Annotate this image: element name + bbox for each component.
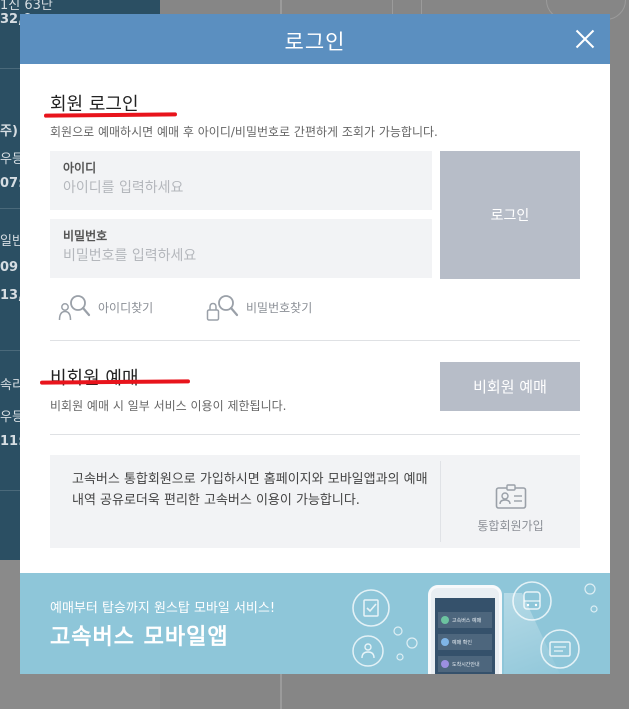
background-text: 09 <box>0 260 19 275</box>
phone-item-label: 도착시간안내 <box>452 661 480 668</box>
member-login-description: 회원으로 예매하시면 예매 후 아이디/비밀번호로 간편하게 조회가 가능합니다… <box>50 125 438 139</box>
modal-title: 로그인 <box>284 30 346 54</box>
underline-mark <box>39 379 191 385</box>
id-label: 아이디 <box>63 161 97 175</box>
login-button[interactable]: 로그인 <box>440 151 580 279</box>
phone-illustration: 고속버스 예매 예매 확인 도착시간안내 <box>428 585 502 674</box>
banner-title: 고속버스 모바일앱 <box>50 625 229 650</box>
password-label: 비밀번호 <box>63 229 108 243</box>
guest-description: 비회원 예매 시 일부 서비스 이용이 제한됩니다. <box>50 399 287 413</box>
find-id-label: 아이디찾기 <box>98 300 154 315</box>
password-input[interactable] <box>63 245 423 267</box>
login-modal: 로그인 회원 로그인 회원으로 예매하시면 예매 후 아이디/비밀번호로 간편하… <box>20 14 610 674</box>
find-password-label: 비밀번호찾기 <box>246 300 313 315</box>
bubbles-decoration <box>584 583 598 613</box>
integrated-member-text: 고속버스 통합회원으로 가입하시면 홈페이지와 모바일앱과의 예매내역 공유로더… <box>72 472 428 508</box>
integrated-join-label: 통합회원가입 <box>477 519 544 533</box>
divider <box>50 340 580 341</box>
find-password-icon <box>206 295 239 321</box>
password-field[interactable]: 비밀번호 <box>50 219 432 278</box>
integrated-join-link[interactable]: 통합회원가입 <box>441 455 580 548</box>
id-field[interactable]: 아이디 <box>50 151 432 210</box>
integrated-member-box: 고속버스 통합회원으로 가입하시면 홈페이지와 모바일앱과의 예매내역 공유로더… <box>50 455 580 548</box>
phone-item-label: 예매 확인 <box>452 639 472 646</box>
guest-booking-button[interactable]: 비회원 예매 <box>440 362 580 411</box>
phone-item-label: 고속버스 예매 <box>452 617 482 624</box>
background-text: 주) <box>0 124 18 139</box>
divider <box>50 434 580 435</box>
phone-menu-item: 고속버스 예매 <box>438 612 492 628</box>
id-input[interactable] <box>63 177 423 199</box>
phone-menu-item: 예매 확인 <box>438 634 492 650</box>
close-icon[interactable] <box>572 26 598 52</box>
underline-mark <box>43 112 178 118</box>
phone-menu-item: 도착시간안내 <box>438 656 492 672</box>
bubbles-decoration <box>393 626 418 661</box>
guest-heading: 비회원 예매 <box>50 368 139 389</box>
modal-header: 로그인 <box>20 14 610 64</box>
find-id-icon <box>58 295 91 321</box>
member-card-icon <box>495 484 527 509</box>
mobile-app-banner[interactable]: 예매부터 탑승까지 원스탑 모바일 서비스! 고속버스 모바일앱 고속버스 예매… <box>20 573 610 674</box>
user-circle-icon <box>352 635 384 667</box>
check-circle-icon <box>352 589 390 627</box>
bus-circle-icon <box>512 581 552 621</box>
find-password-link[interactable]: 비밀번호찾기 <box>206 292 312 322</box>
phone-screen: 고속버스 예매 예매 확인 도착시간안내 <box>435 598 495 674</box>
banner-subtitle: 예매부터 탑승까지 원스탑 모바일 서비스! <box>50 601 276 616</box>
ticket-circle-icon <box>540 629 580 669</box>
find-id-link[interactable]: 아이디찾기 <box>58 292 153 322</box>
